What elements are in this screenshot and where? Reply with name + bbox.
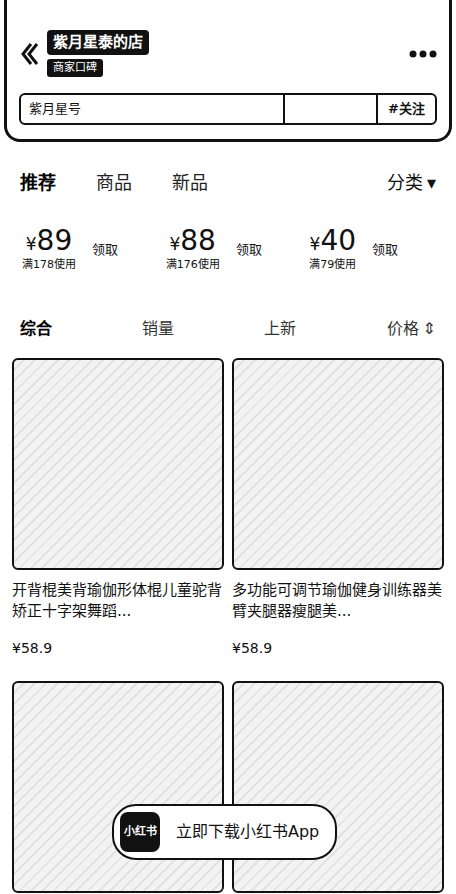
sort-bar: 综合 销量 上新 价格⇕	[0, 274, 456, 344]
shop-name: 紫月星泰的店	[47, 30, 149, 55]
coupon-currency: ¥	[169, 232, 180, 258]
coupon-amount: ¥89	[26, 227, 72, 258]
category-button[interactable]: 分类▾	[387, 169, 436, 196]
coupon-row: ¥89满178使用领取¥88满176使用领取¥40满79使用领取	[0, 200, 456, 274]
search-input[interactable]	[21, 95, 285, 123]
coupon-currency: ¥	[310, 232, 321, 258]
search-bar: #关注	[19, 93, 437, 125]
tab[interactable]: 商品	[96, 169, 132, 196]
coupon-condition: 满176使用	[166, 257, 220, 274]
sort-label: 价格	[387, 317, 419, 341]
coupon-condition: 满79使用	[309, 257, 356, 274]
product-price: ¥58.9	[12, 638, 224, 659]
category-label: 分类	[387, 169, 423, 196]
coupon-value: ¥88满176使用	[166, 227, 220, 274]
coupon-amount: ¥40	[310, 227, 356, 258]
product-card[interactable]: 开背棍美背瑜伽形体棍儿童驼背矫正十字架舞蹈... ¥58.9	[12, 358, 224, 673]
tab[interactable]: 新品	[172, 169, 208, 196]
coupon-currency: ¥	[26, 232, 37, 258]
coupon-number: 88	[180, 227, 216, 255]
product-image[interactable]	[232, 681, 444, 893]
coupon-value: ¥40满79使用	[309, 227, 356, 274]
shop-header: 紫月星泰的店商家口碑 #关注	[4, 0, 452, 142]
more-icon[interactable]	[409, 49, 437, 59]
product-image[interactable]	[232, 358, 444, 570]
coupon-number: 89	[37, 227, 73, 255]
sort-arrow-icon: ⇕	[423, 317, 436, 341]
sort-label: 销量	[142, 317, 174, 341]
follow-button[interactable]: #关注	[378, 95, 435, 123]
sort-option[interactable]: 价格⇕	[387, 314, 436, 344]
coupon: ¥88满176使用领取	[166, 226, 310, 274]
app-logo: 小红书	[120, 812, 160, 852]
coupon-condition: 满178使用	[22, 257, 76, 274]
tab-bar: 推荐 商品 新品 分类▾	[0, 142, 456, 200]
sort-option[interactable]: 综合	[20, 314, 52, 344]
claim-button[interactable]: 领取	[236, 240, 262, 260]
claim-button[interactable]: 领取	[372, 240, 398, 260]
product-title[interactable]: 开背棍美背瑜伽形体棍儿童驼背矫正十字架舞蹈...	[12, 580, 224, 622]
coupon-value: ¥89满178使用	[22, 227, 76, 274]
product-image[interactable]	[12, 681, 224, 893]
tab-group: 推荐 商品 新品	[20, 169, 208, 196]
back-icon[interactable]	[19, 41, 39, 67]
coupon-amount: ¥88	[169, 227, 215, 258]
product-card[interactable]	[12, 681, 224, 893]
title-row: 紫月星泰的店商家口碑	[19, 30, 437, 77]
product-title[interactable]: 多功能可调节瑜伽健身训练器美臂夹腿器瘦腿美...	[232, 580, 444, 622]
tab[interactable]: 推荐	[20, 169, 56, 196]
coupon-number: 40	[320, 227, 356, 255]
dropdown-icon: ▾	[427, 169, 436, 196]
download-banner[interactable]: 小红书立即下载小红书App	[112, 804, 337, 860]
product-image[interactable]	[12, 358, 224, 570]
sort-label: 综合	[20, 317, 52, 341]
claim-button[interactable]: 领取	[92, 240, 118, 260]
download-text[interactable]: 立即下载小红书App	[176, 820, 319, 844]
search-blank	[285, 95, 379, 123]
product-card[interactable]: 多功能可调节瑜伽健身训练器美臂夹腿器瘦腿美... ¥58.9	[232, 358, 444, 673]
shop-badge: 商家口碑	[47, 59, 103, 78]
product-price: ¥58.9	[232, 638, 444, 659]
sort-option[interactable]: 上新	[264, 314, 296, 344]
coupon: ¥40满79使用领取	[309, 226, 446, 274]
product-card[interactable]	[232, 681, 444, 893]
shop-info: 紫月星泰的店商家口碑	[47, 30, 149, 77]
sort-option[interactable]: 销量	[142, 314, 174, 344]
sort-label: 上新	[264, 317, 296, 341]
coupon: ¥89满178使用领取	[22, 226, 166, 274]
